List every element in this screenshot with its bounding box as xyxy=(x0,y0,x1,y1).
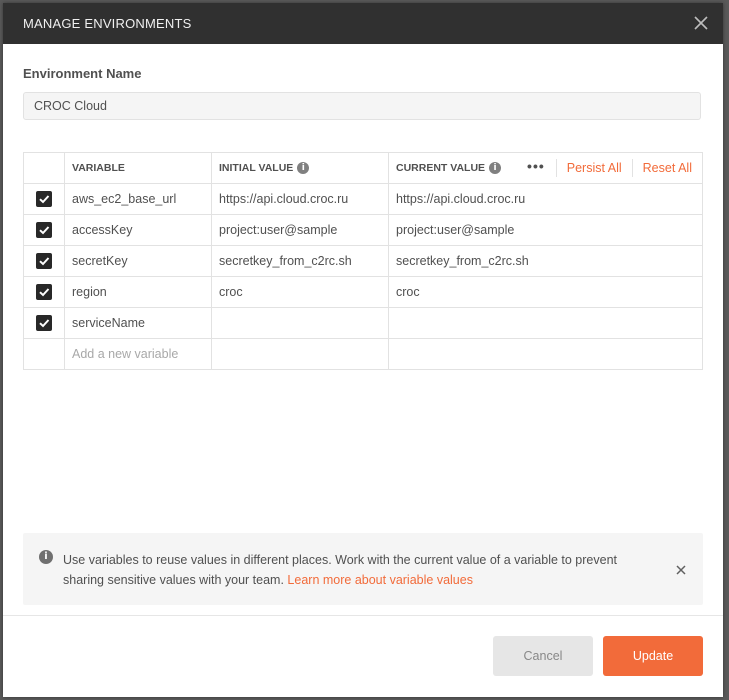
table-row: aws_ec2_base_url https://api.cloud.croc.… xyxy=(23,183,703,215)
reset-all-button[interactable]: Reset All xyxy=(633,161,702,175)
variable-cell[interactable]: secretKey xyxy=(64,245,212,277)
table-header-row: VARIABLE INITIAL VALUE i CURRENT VALUE i •… xyxy=(23,152,703,184)
checkmark-icon xyxy=(39,319,50,328)
info-text: Use variables to reuse values in differe… xyxy=(63,550,643,590)
checkmark-icon xyxy=(39,257,50,266)
current-value-cell[interactable] xyxy=(388,338,703,370)
row-check-cell xyxy=(23,214,65,246)
learn-more-link[interactable]: Learn more about variable values xyxy=(287,573,473,587)
checkmark-icon xyxy=(39,226,50,235)
current-value-cell[interactable]: croc xyxy=(388,276,703,308)
header-initial-value: INITIAL VALUE i xyxy=(211,152,389,184)
enabled-checkbox[interactable] xyxy=(36,284,52,300)
footer-divider xyxy=(3,615,723,616)
current-value-cell[interactable] xyxy=(388,307,703,339)
variable-cell[interactable]: aws_ec2_base_url xyxy=(64,183,212,215)
variable-cell[interactable]: accessKey xyxy=(64,214,212,246)
table-row: region croc croc xyxy=(23,276,703,308)
enabled-checkbox[interactable] xyxy=(36,222,52,238)
cancel-button[interactable]: Cancel xyxy=(493,636,593,676)
variable-cell[interactable]: region xyxy=(64,276,212,308)
environment-name-label: Environment Name xyxy=(23,66,142,81)
enabled-checkbox[interactable] xyxy=(36,191,52,207)
persist-all-button[interactable]: Persist All xyxy=(557,161,632,175)
initial-value-cell[interactable]: https://api.cloud.croc.ru xyxy=(211,183,389,215)
initial-value-cell[interactable]: croc xyxy=(211,276,389,308)
manage-environments-modal: MANAGE ENVIRONMENTS Environment Name VAR… xyxy=(3,3,723,697)
header-current-label: CURRENT VALUE xyxy=(396,161,486,174)
row-check-cell xyxy=(23,307,65,339)
update-button[interactable]: Update xyxy=(603,636,703,676)
initial-value-cell[interactable]: secretkey_from_c2rc.sh xyxy=(211,245,389,277)
initial-value-cell[interactable] xyxy=(211,338,389,370)
header-check-cell xyxy=(23,152,65,184)
variable-cell[interactable]: serviceName xyxy=(64,307,212,339)
initial-value-cell[interactable] xyxy=(211,307,389,339)
header-variable-label: VARIABLE xyxy=(72,162,125,174)
variables-table: VARIABLE INITIAL VALUE i CURRENT VALUE i •… xyxy=(23,152,703,370)
row-check-cell xyxy=(23,338,65,370)
info-icon[interactable]: i xyxy=(489,162,502,175)
header-initial-label: INITIAL VALUE xyxy=(219,161,294,174)
more-options-icon[interactable]: ••• xyxy=(516,159,557,177)
row-check-cell xyxy=(23,276,65,308)
header-current-value: CURRENT VALUE i ••• Persist All Reset All xyxy=(388,152,703,184)
enabled-checkbox[interactable] xyxy=(36,315,52,331)
modal-title: MANAGE ENVIRONMENTS xyxy=(23,16,192,31)
row-check-cell xyxy=(23,245,65,277)
row-check-cell xyxy=(23,183,65,215)
close-icon[interactable] xyxy=(675,563,687,575)
close-icon[interactable] xyxy=(691,13,711,33)
environment-name-input[interactable] xyxy=(23,92,701,120)
info-icon: i xyxy=(39,550,53,564)
modal-header: MANAGE ENVIRONMENTS xyxy=(3,3,723,44)
info-banner: i Use variables to reuse values in diffe… xyxy=(23,533,703,605)
current-value-cell[interactable]: secretkey_from_c2rc.sh xyxy=(388,245,703,277)
header-variable: VARIABLE xyxy=(64,152,212,184)
table-row: serviceName xyxy=(23,307,703,339)
enabled-checkbox[interactable] xyxy=(36,253,52,269)
initial-value-cell[interactable]: project:user@sample xyxy=(211,214,389,246)
header-actions: ••• Persist All Reset All xyxy=(516,154,702,183)
checkmark-icon xyxy=(39,288,50,297)
add-variable-input[interactable]: Add a new variable xyxy=(64,338,212,370)
current-value-cell[interactable]: project:user@sample xyxy=(388,214,703,246)
table-row: accessKey project:user@sample project:us… xyxy=(23,214,703,246)
current-value-cell[interactable]: https://api.cloud.croc.ru xyxy=(388,183,703,215)
info-icon[interactable]: i xyxy=(297,162,310,175)
checkmark-icon xyxy=(39,195,50,204)
new-variable-row: Add a new variable xyxy=(23,338,703,370)
table-row: secretKey secretkey_from_c2rc.sh secretk… xyxy=(23,245,703,277)
